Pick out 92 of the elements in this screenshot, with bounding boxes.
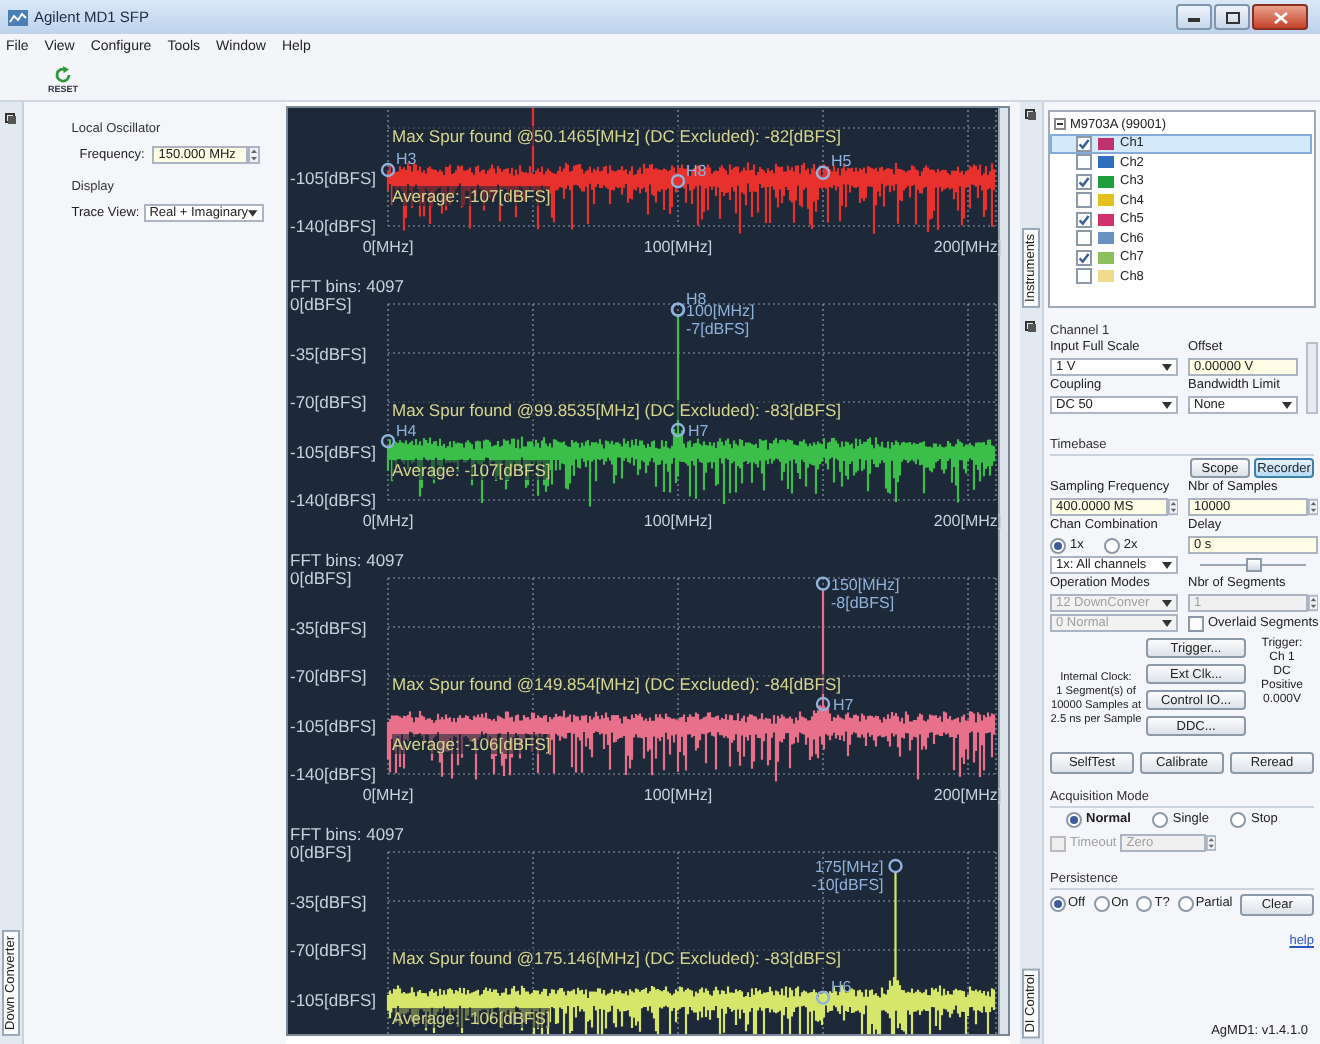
pin-icon — [1024, 320, 1038, 334]
pin-icon — [1024, 108, 1038, 122]
x-tick-label: 100[MHz] — [643, 512, 713, 530]
y-tick-label: -140[dBFS] — [290, 490, 376, 510]
marker-label: H6 — [831, 977, 852, 998]
average-text: Average: -107[dBFS] — [392, 185, 551, 205]
pin-icon — [3, 112, 18, 126]
checkbox[interactable] — [1188, 615, 1204, 631]
max-spur-text: Max Spur found @50.1465[MHz] (DC Excluded): -82[dBFS] — [392, 125, 842, 145]
collapse-icon — [1054, 118, 1066, 130]
y-tick-label: 0[dBFS] — [290, 294, 352, 314]
average-text: Average: -106[dBFS] — [392, 1007, 551, 1027]
peak-level: -8[dBFS] — [831, 593, 896, 612]
radio-button[interactable] — [1066, 812, 1082, 828]
radio-button[interactable] — [1103, 537, 1120, 553]
refresh-icon — [54, 66, 72, 84]
close-button[interactable] — [1252, 4, 1308, 30]
marker-label: H5 — [831, 152, 852, 173]
checkbox[interactable] — [1076, 173, 1092, 190]
max-spur-text: Max Spur found @149.854[MHz] (DC Excluded): -84[dBFS] — [392, 673, 842, 693]
checkbox[interactable] — [1076, 249, 1092, 266]
x-tick-label: 100[MHz] — [643, 786, 713, 804]
scrollbar — [1306, 342, 1318, 414]
checkbox[interactable] — [1076, 211, 1092, 228]
radio-button[interactable] — [1177, 896, 1194, 912]
y-tick-label: -35[dBFS] — [290, 617, 367, 637]
y-tick-label: -35[dBFS] — [290, 891, 367, 911]
y-tick-label: -105[dBFS] — [290, 715, 376, 735]
marker-icon — [670, 422, 686, 438]
x-tick-label: 0[MHz] — [362, 512, 414, 530]
max-spur-text: Max Spur found @99.8535[MHz] (DC Excluded): -83[dBFS] — [392, 399, 842, 419]
y-tick-label: 0[dBFS] — [290, 568, 352, 588]
fft-bins-label: FFT bins: 4097 — [290, 824, 405, 844]
x-tick-label: 100[MHz] — [643, 238, 713, 256]
minimize-button[interactable] — [1176, 4, 1212, 30]
marker-icon — [815, 576, 831, 591]
average-text: Average: -107[dBFS] — [392, 459, 551, 479]
radio-button[interactable] — [1093, 896, 1110, 912]
caret-icon — [1162, 561, 1172, 569]
y-tick-label: -70[dBFS] — [290, 940, 367, 960]
peak-frequency: 150[MHz] — [831, 575, 900, 594]
checkbox[interactable] — [1076, 268, 1092, 285]
y-tick-label: -105[dBFS] — [290, 441, 376, 461]
checkbox[interactable] — [1076, 135, 1092, 152]
marker-icon — [815, 990, 831, 1005]
marker-label: H3 — [396, 150, 417, 170]
x-tick-label: 0[MHz] — [362, 238, 414, 256]
caret-icon — [1162, 363, 1172, 371]
average-text: Average: -106[dBFS] — [392, 733, 551, 753]
caret-icon — [1162, 401, 1172, 409]
y-tick-label: -140[dBFS] — [290, 764, 376, 784]
minimize-icon — [1188, 13, 1200, 21]
y-tick-label: -35[dBFS] — [290, 343, 367, 363]
marker-label: H7 — [833, 696, 854, 716]
caret-icon — [1162, 619, 1172, 627]
marker-icon — [380, 434, 396, 449]
x-tick-label: 0[MHz] — [362, 786, 414, 804]
radio-button[interactable] — [1230, 812, 1247, 828]
marker-icon — [888, 858, 903, 874]
radio-button[interactable] — [1050, 896, 1066, 912]
peak-frequency: 175[MHz] — [813, 858, 884, 876]
y-tick-label: 0[dBFS] — [290, 842, 352, 862]
caret-icon — [248, 209, 258, 217]
radio-button[interactable] — [1152, 812, 1169, 828]
close-icon — [1273, 11, 1287, 23]
marker-icon — [670, 174, 686, 189]
caret-icon — [1162, 599, 1172, 607]
maximize-button[interactable] — [1214, 4, 1250, 30]
marker-icon — [815, 696, 831, 712]
y-tick-label: -70[dBFS] — [290, 392, 367, 412]
checkbox[interactable] — [1076, 230, 1092, 247]
marker-label: H4 — [396, 421, 417, 442]
radio-button[interactable] — [1136, 896, 1153, 912]
y-tick-label: -70[dBFS] — [290, 666, 367, 686]
marker-icon — [380, 162, 396, 178]
y-tick-label: -105[dBFS] — [290, 989, 376, 1009]
fft-bins-label: FFT bins: 4097 — [290, 550, 405, 570]
slider-thumb[interactable] — [1246, 558, 1263, 572]
checkbox[interactable] — [1076, 154, 1092, 171]
caret-icon — [1282, 401, 1292, 409]
checkbox[interactable] — [1076, 192, 1092, 209]
y-tick-label: -105[dBFS] — [290, 167, 376, 187]
peak-level: -10[dBFS] — [811, 876, 884, 894]
marker-icon — [815, 165, 831, 180]
fft-bins-label: FFT bins: 4097 — [290, 276, 405, 296]
peak-level: -7[dBFS] — [686, 319, 750, 338]
max-spur-text: Max Spur found @175.146[MHz] (DC Excluded): -83[dBFS] — [392, 947, 842, 967]
maximize-icon — [1225, 11, 1239, 23]
radio-button[interactable] — [1050, 537, 1066, 553]
app-icon — [8, 9, 28, 25]
y-tick-label: -140[dBFS] — [290, 216, 376, 236]
marker-label: H7 — [688, 422, 709, 442]
